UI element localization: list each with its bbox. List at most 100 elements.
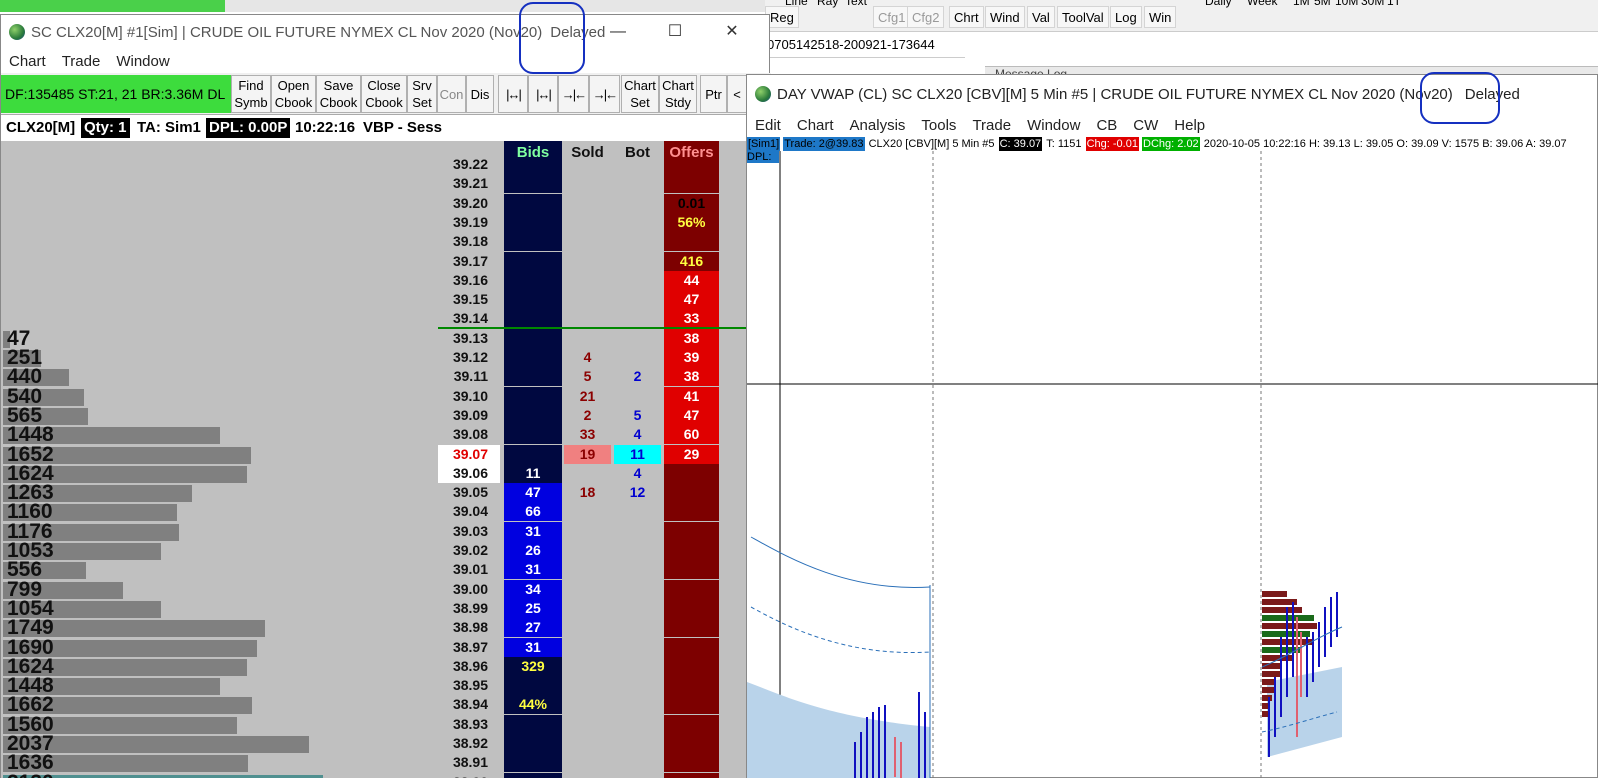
menu-cb[interactable]: CB — [1088, 117, 1125, 134]
bid-cell[interactable] — [504, 425, 562, 445]
offer-cell[interactable] — [664, 502, 719, 522]
bid-cell[interactable]: 31 — [504, 637, 562, 657]
price-cell[interactable]: 39.20 — [438, 194, 500, 213]
bid-cell[interactable] — [504, 444, 562, 464]
price-cell[interactable]: 39.19 — [438, 213, 500, 232]
bid-cell[interactable] — [504, 676, 562, 696]
bid-cell[interactable] — [504, 328, 562, 348]
price-cell[interactable]: 38.92 — [438, 734, 500, 753]
price-cell[interactable]: 39.00 — [438, 580, 500, 599]
price-cell[interactable]: 39.03 — [438, 522, 500, 541]
bg-button-cfg2[interactable]: Cfg2 — [907, 6, 945, 28]
offer-cell[interactable] — [664, 483, 719, 503]
bid-cell[interactable]: 31 — [504, 560, 562, 580]
price-cell[interactable]: 39.07 — [438, 444, 500, 464]
chart-studies-button[interactable]: Chart Stdy — [659, 75, 697, 113]
ladder-row[interactable]: 47 39.13 38 — [1, 328, 771, 349]
bid-cell[interactable]: 25 — [504, 598, 562, 618]
ladder-row[interactable]: 1624 39.06 11 4 — [1, 463, 771, 484]
offer-cell[interactable] — [664, 772, 719, 778]
bid-cell[interactable] — [504, 212, 562, 232]
connect-button[interactable]: Con — [437, 75, 466, 113]
ladder-row[interactable]: 1054 38.99 25 — [1, 598, 771, 619]
ladder-row[interactable]: 1448 38.95 — [1, 675, 771, 696]
price-cell[interactable]: 39.16 — [438, 271, 500, 290]
ladder-row[interactable]: 565 39.09 2 5 47 — [1, 405, 771, 426]
bid-cell[interactable] — [504, 309, 562, 329]
ladder-row[interactable]: 39.19 56% — [1, 212, 771, 232]
offer-cell[interactable]: 47 — [664, 405, 719, 425]
ladder-row[interactable]: 1749 38.98 27 — [1, 617, 771, 638]
offer-cell[interactable]: 38 — [664, 367, 719, 387]
price-cell[interactable]: 38.99 — [438, 599, 500, 618]
bg-button-chrt[interactable]: Chrt — [949, 6, 984, 28]
price-cell[interactable]: 38.91 — [438, 753, 500, 772]
disconnect-button[interactable]: Dis — [466, 75, 494, 113]
chart-plot-area[interactable] — [747, 137, 1598, 778]
ladder-row[interactable]: 39.15 47 — [1, 290, 771, 310]
offer-cell[interactable]: 60 — [664, 425, 719, 445]
bg-button-val[interactable]: Val — [1027, 6, 1055, 28]
close-icon[interactable]: ✕ — [709, 15, 755, 49]
trade-account-label[interactable]: TA: Sim1 — [137, 118, 201, 138]
bid-cell[interactable] — [504, 734, 562, 753]
price-cell[interactable]: 39.11 — [438, 367, 500, 386]
price-cell[interactable]: 39.17 — [438, 252, 500, 271]
ladder-row[interactable]: 251 39.12 4 39 — [1, 347, 771, 368]
menu-window[interactable]: Window — [1019, 117, 1088, 134]
menu-analysis[interactable]: Analysis — [842, 117, 914, 134]
bid-cell[interactable] — [504, 174, 562, 194]
price-cell[interactable]: 39.22 — [438, 155, 500, 174]
offer-cell[interactable]: 38 — [664, 328, 719, 348]
bid-cell[interactable]: 27 — [504, 618, 562, 638]
offer-cell[interactable]: 41 — [664, 386, 719, 406]
bid-cell[interactable] — [504, 405, 562, 425]
bg-button-win[interactable]: Win — [1144, 6, 1177, 28]
price-cell[interactable]: 38.96 — [438, 657, 500, 676]
ladder-row[interactable]: 39.21 — [1, 174, 771, 194]
offer-cell[interactable]: 39 — [664, 348, 719, 367]
price-cell[interactable]: 39.09 — [438, 406, 500, 425]
scale-fit-icon[interactable]: →|← — [589, 75, 620, 113]
price-cell[interactable]: 39.21 — [438, 174, 500, 193]
find-symbol-button[interactable]: Find Symb — [231, 75, 271, 113]
scale-compress-icon[interactable]: →|← — [558, 75, 589, 113]
offer-cell[interactable]: 416 — [664, 251, 719, 271]
ladder-row[interactable]: 1662 38.94 44% — [1, 694, 771, 715]
bid-cell[interactable] — [504, 193, 562, 213]
offer-cell[interactable]: 47 — [664, 290, 719, 310]
ladder-row[interactable]: 1690 38.97 31 — [1, 637, 771, 658]
offer-cell[interactable] — [664, 560, 719, 580]
ladder-row[interactable]: 1160 39.04 66 — [1, 501, 771, 522]
price-cell[interactable]: 39.14 — [438, 309, 500, 328]
close-cbook-button[interactable]: Close Cbook — [361, 75, 407, 113]
bid-cell[interactable] — [504, 714, 562, 734]
ladder-row[interactable]: 39.14 33 — [1, 309, 771, 329]
offer-cell[interactable] — [664, 753, 719, 773]
bg-button-toolval[interactable]: ToolVal — [1057, 6, 1109, 28]
bid-cell[interactable]: 44% — [504, 695, 562, 715]
price-cell[interactable]: 39.12 — [438, 348, 500, 367]
offer-cell[interactable]: 44 — [664, 270, 719, 290]
menu-tools[interactable]: Tools — [913, 117, 964, 134]
bid-cell[interactable] — [504, 290, 562, 310]
offer-cell[interactable]: 0.01 — [664, 193, 719, 213]
bid-cell[interactable]: 26 — [504, 541, 562, 560]
bid-cell[interactable] — [504, 270, 562, 290]
ladder-row[interactable]: 2130 38.90 — [1, 772, 771, 778]
bid-cell[interactable] — [504, 232, 562, 252]
price-cell[interactable]: 39.10 — [438, 387, 500, 406]
ladder-row[interactable]: 556 39.01 31 — [1, 559, 771, 580]
price-cell[interactable]: 38.93 — [438, 715, 500, 734]
bid-cell[interactable]: 34 — [504, 579, 562, 599]
ladder-row[interactable]: 1053 39.02 26 — [1, 540, 771, 561]
offer-cell[interactable]: 33 — [664, 309, 719, 329]
price-cell[interactable]: 39.04 — [438, 502, 500, 521]
bid-cell[interactable]: 11 — [504, 463, 562, 483]
price-cell[interactable]: 38.98 — [438, 618, 500, 637]
price-cell[interactable]: 38.94 — [438, 695, 500, 714]
price-cell[interactable]: 39.18 — [438, 232, 500, 251]
offer-cell[interactable] — [664, 232, 719, 252]
menu-cw[interactable]: CW — [1125, 117, 1166, 134]
offer-cell[interactable] — [664, 618, 719, 638]
